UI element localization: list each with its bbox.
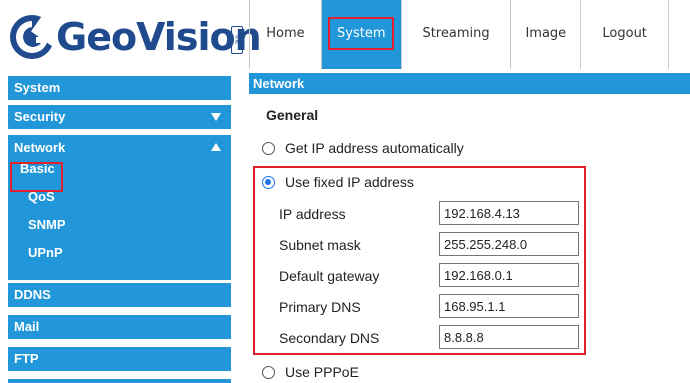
subnet-mask-label: Subnet mask: [279, 237, 361, 253]
tab-streaming[interactable]: Streaming: [402, 0, 512, 69]
tab-image[interactable]: Image: [511, 0, 582, 69]
radio-option-pppoe[interactable]: Use PPPoE: [262, 364, 359, 380]
chevron-up-icon: [211, 143, 221, 151]
tab-system[interactable]: System: [321, 0, 402, 69]
page: GeoVision Inc Home System Streaming Imag…: [0, 0, 690, 383]
sidebar-subitem-upnp[interactable]: UPnP: [28, 244, 63, 262]
radio-label-auto: Get IP address automatically: [285, 140, 464, 156]
sidebar-item-label: Security: [14, 109, 66, 124]
radio-option-fixed[interactable]: Use fixed IP address: [262, 174, 414, 190]
group-title: General: [266, 107, 319, 123]
primary-dns-input[interactable]: [439, 294, 579, 318]
system-tab-highlight-box: [327, 17, 394, 50]
radio-pppoe[interactable]: [262, 365, 275, 379]
sidebar-item-label: Mail: [14, 319, 40, 334]
radio-fixed[interactable]: [262, 175, 275, 189]
logo: GeoVision Inc: [0, 0, 262, 69]
radio-auto[interactable]: [262, 141, 275, 155]
sidebar-item-label: FTP: [14, 351, 39, 366]
primary-dns-label: Primary DNS: [279, 299, 361, 315]
sidebar-item-label: System: [14, 80, 61, 95]
tab-logout[interactable]: Logout: [581, 0, 670, 69]
secondary-dns-label: Secondary DNS: [279, 330, 380, 346]
sidebar-item-ftp[interactable]: FTP: [8, 347, 231, 371]
ip-address-input[interactable]: [439, 201, 579, 225]
section-title-bar: Network: [249, 73, 690, 94]
secondary-dns-input[interactable]: [439, 325, 579, 349]
chevron-down-icon: [211, 113, 221, 121]
subnet-mask-input[interactable]: [439, 232, 579, 256]
default-gateway-label: Default gateway: [279, 268, 380, 284]
default-gateway-input[interactable]: [439, 263, 579, 287]
sidebar-item-network[interactable]: Network: [14, 139, 65, 157]
sidebar-item-ddns[interactable]: DDNS: [8, 283, 231, 307]
radio-option-auto[interactable]: Get IP address automatically: [262, 140, 464, 156]
ip-address-label: IP address: [279, 206, 346, 222]
top-nav: Home System Streaming Image Logout: [249, 0, 690, 69]
sidebar-group-network: Network Basic QoS SNMP UPnP: [8, 135, 231, 280]
sidebar-subitem-snmp[interactable]: SNMP: [28, 216, 66, 234]
tab-overflow: [669, 0, 690, 69]
logo-inc-mark: Inc: [231, 26, 243, 54]
tab-home[interactable]: Home: [250, 0, 322, 69]
sidebar-item-partial: [8, 379, 231, 383]
sidebar-item-security[interactable]: Security: [8, 105, 231, 129]
basic-highlight-box: [10, 162, 63, 192]
geovision-logo-icon: [10, 15, 56, 59]
sidebar-item-mail[interactable]: Mail: [8, 315, 231, 339]
sidebar: System Security Network Basic QoS SNMP U…: [0, 73, 243, 383]
radio-label-pppoe: Use PPPoE: [285, 364, 359, 380]
logo-text: GeoVision: [56, 15, 262, 59]
radio-label-fixed: Use fixed IP address: [285, 174, 414, 190]
sidebar-item-label: DDNS: [14, 287, 51, 302]
sidebar-item-system[interactable]: System: [8, 76, 231, 100]
